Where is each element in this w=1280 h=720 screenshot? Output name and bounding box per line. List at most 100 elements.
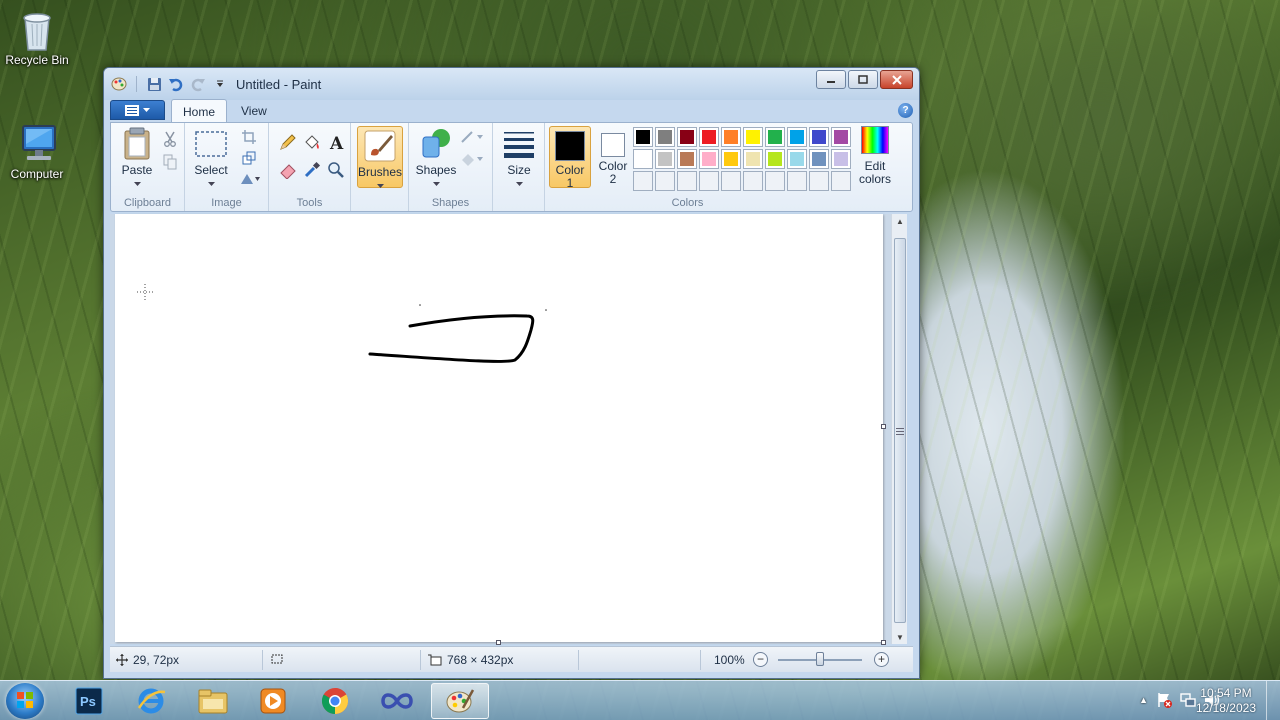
resize-handle-bottom[interactable] bbox=[496, 640, 501, 645]
eraser-icon[interactable] bbox=[277, 159, 299, 181]
internet-explorer-icon bbox=[137, 688, 166, 714]
palette-color-swatch[interactable] bbox=[831, 149, 851, 169]
start-button[interactable] bbox=[6, 683, 44, 719]
redo-icon[interactable] bbox=[189, 75, 207, 93]
tab-view[interactable]: View bbox=[230, 99, 278, 122]
svg-text:A: A bbox=[329, 134, 344, 151]
help-icon[interactable]: ? bbox=[898, 103, 913, 118]
taskbar-media-player[interactable] bbox=[244, 683, 302, 719]
zoom-in-button[interactable]: + bbox=[874, 652, 889, 667]
palette-color-swatch[interactable] bbox=[765, 149, 785, 169]
crop-icon[interactable] bbox=[239, 127, 259, 147]
palette-color-swatch[interactable] bbox=[633, 127, 653, 147]
rotate-icon[interactable] bbox=[237, 169, 263, 189]
palette-color-swatch[interactable] bbox=[677, 149, 697, 169]
cursor-position: 29, 72px bbox=[116, 653, 179, 667]
title-bar[interactable]: Untitled - Paint bbox=[104, 68, 919, 100]
paint-window: Untitled - Paint Home View ? Paste Clipb… bbox=[103, 67, 920, 679]
taskbar-photoshop[interactable]: Ps bbox=[60, 683, 118, 719]
color-picker-icon[interactable] bbox=[301, 159, 323, 181]
show-desktop-button[interactable] bbox=[1266, 681, 1280, 720]
desktop-icon-recycle-bin[interactable]: Recycle Bin bbox=[0, 8, 74, 67]
window-title: Untitled - Paint bbox=[236, 77, 322, 92]
palette-color-swatch[interactable] bbox=[721, 127, 741, 147]
close-button[interactable] bbox=[880, 70, 913, 89]
show-hidden-icons-icon[interactable]: ▲ bbox=[1139, 695, 1148, 705]
undo-icon[interactable] bbox=[167, 75, 185, 93]
zoom-out-button[interactable]: − bbox=[753, 652, 768, 667]
palette-color-swatch[interactable] bbox=[787, 149, 807, 169]
palette-custom-slot[interactable] bbox=[677, 171, 697, 191]
taskbar-internet-explorer[interactable] bbox=[122, 683, 180, 719]
palette-custom-slot[interactable] bbox=[787, 171, 807, 191]
tab-home[interactable]: Home bbox=[171, 99, 228, 122]
pencil-icon[interactable] bbox=[277, 131, 299, 153]
palette-custom-slot[interactable] bbox=[721, 171, 741, 191]
color-2-button[interactable]: Color 2 bbox=[593, 126, 633, 188]
palette-custom-slot[interactable] bbox=[699, 171, 719, 191]
edit-colors-button[interactable]: Edit colors bbox=[853, 126, 897, 188]
palette-custom-slot[interactable] bbox=[831, 171, 851, 191]
window-controls bbox=[816, 70, 913, 89]
scroll-down-icon[interactable]: ▼ bbox=[892, 630, 908, 644]
palette-color-swatch[interactable] bbox=[633, 149, 653, 169]
paint-app-icon[interactable] bbox=[110, 75, 128, 93]
clock[interactable]: 10:54 PM 12/18/2023 bbox=[1196, 686, 1256, 716]
copy-icon[interactable] bbox=[160, 152, 180, 172]
scrollbar-thumb[interactable] bbox=[894, 238, 906, 623]
palette-color-swatch[interactable] bbox=[809, 127, 829, 147]
palette-color-swatch[interactable] bbox=[699, 149, 719, 169]
palette-color-swatch[interactable] bbox=[721, 149, 741, 169]
color-1-button[interactable]: Color 1 bbox=[549, 126, 591, 190]
maximize-button[interactable] bbox=[848, 70, 878, 89]
drawing-canvas[interactable] bbox=[115, 214, 886, 645]
fill-icon[interactable] bbox=[301, 131, 323, 153]
vertical-scrollbar[interactable]: ▲ ▼ bbox=[891, 214, 907, 644]
taskbar-chrome[interactable] bbox=[306, 683, 364, 719]
magnifier-icon[interactable] bbox=[325, 159, 347, 181]
palette-color-swatch[interactable] bbox=[677, 127, 697, 147]
taskbar-paint[interactable] bbox=[431, 683, 489, 719]
palette-custom-slot[interactable] bbox=[809, 171, 829, 191]
resize-handle-right[interactable] bbox=[881, 424, 886, 429]
minimize-button[interactable] bbox=[816, 70, 846, 89]
fill-shape-icon[interactable] bbox=[459, 149, 485, 169]
paint-icon bbox=[446, 689, 475, 713]
size-button[interactable]: Size bbox=[497, 127, 541, 190]
paint-menu-button[interactable] bbox=[110, 100, 165, 120]
palette-color-swatch[interactable] bbox=[655, 149, 675, 169]
palette-color-swatch[interactable] bbox=[743, 149, 763, 169]
palette-color-swatch[interactable] bbox=[743, 127, 763, 147]
taskbar-infinity-app[interactable] bbox=[368, 683, 426, 719]
palette-custom-slot[interactable] bbox=[743, 171, 763, 191]
customize-qat-icon[interactable] bbox=[211, 75, 229, 93]
taskbar-file-explorer[interactable] bbox=[184, 683, 242, 719]
cut-icon[interactable] bbox=[160, 129, 180, 149]
palette-custom-slot[interactable] bbox=[765, 171, 785, 191]
zoom-slider-thumb[interactable] bbox=[816, 652, 824, 666]
action-center-flag-icon[interactable] bbox=[1156, 692, 1172, 708]
select-button[interactable]: Select bbox=[191, 127, 231, 190]
resize-icon[interactable] bbox=[239, 148, 259, 168]
resize-handle-corner[interactable] bbox=[881, 640, 886, 645]
palette-color-swatch[interactable] bbox=[831, 127, 851, 147]
outline-icon[interactable] bbox=[459, 127, 485, 147]
text-icon[interactable]: A bbox=[325, 131, 347, 153]
palette-color-swatch[interactable] bbox=[809, 149, 829, 169]
palette-color-swatch[interactable] bbox=[699, 127, 719, 147]
palette-color-swatch[interactable] bbox=[655, 127, 675, 147]
desktop-icon-computer[interactable]: Computer bbox=[0, 122, 74, 181]
brushes-button[interactable]: Brushes bbox=[357, 126, 403, 188]
scroll-up-icon[interactable]: ▲ bbox=[892, 214, 908, 228]
save-icon[interactable] bbox=[145, 75, 163, 93]
drawing-strokes bbox=[137, 284, 547, 363]
clipboard-group: Paste Clipboard bbox=[111, 123, 185, 211]
palette-color-swatch[interactable] bbox=[787, 127, 807, 147]
network-icon[interactable] bbox=[1180, 692, 1196, 708]
palette-custom-slot[interactable] bbox=[655, 171, 675, 191]
palette-color-swatch[interactable] bbox=[765, 127, 785, 147]
shapes-button[interactable]: Shapes bbox=[413, 127, 459, 190]
palette-custom-slot[interactable] bbox=[633, 171, 653, 191]
infinity-app-icon bbox=[381, 693, 413, 709]
paste-button[interactable]: Paste bbox=[117, 127, 157, 190]
